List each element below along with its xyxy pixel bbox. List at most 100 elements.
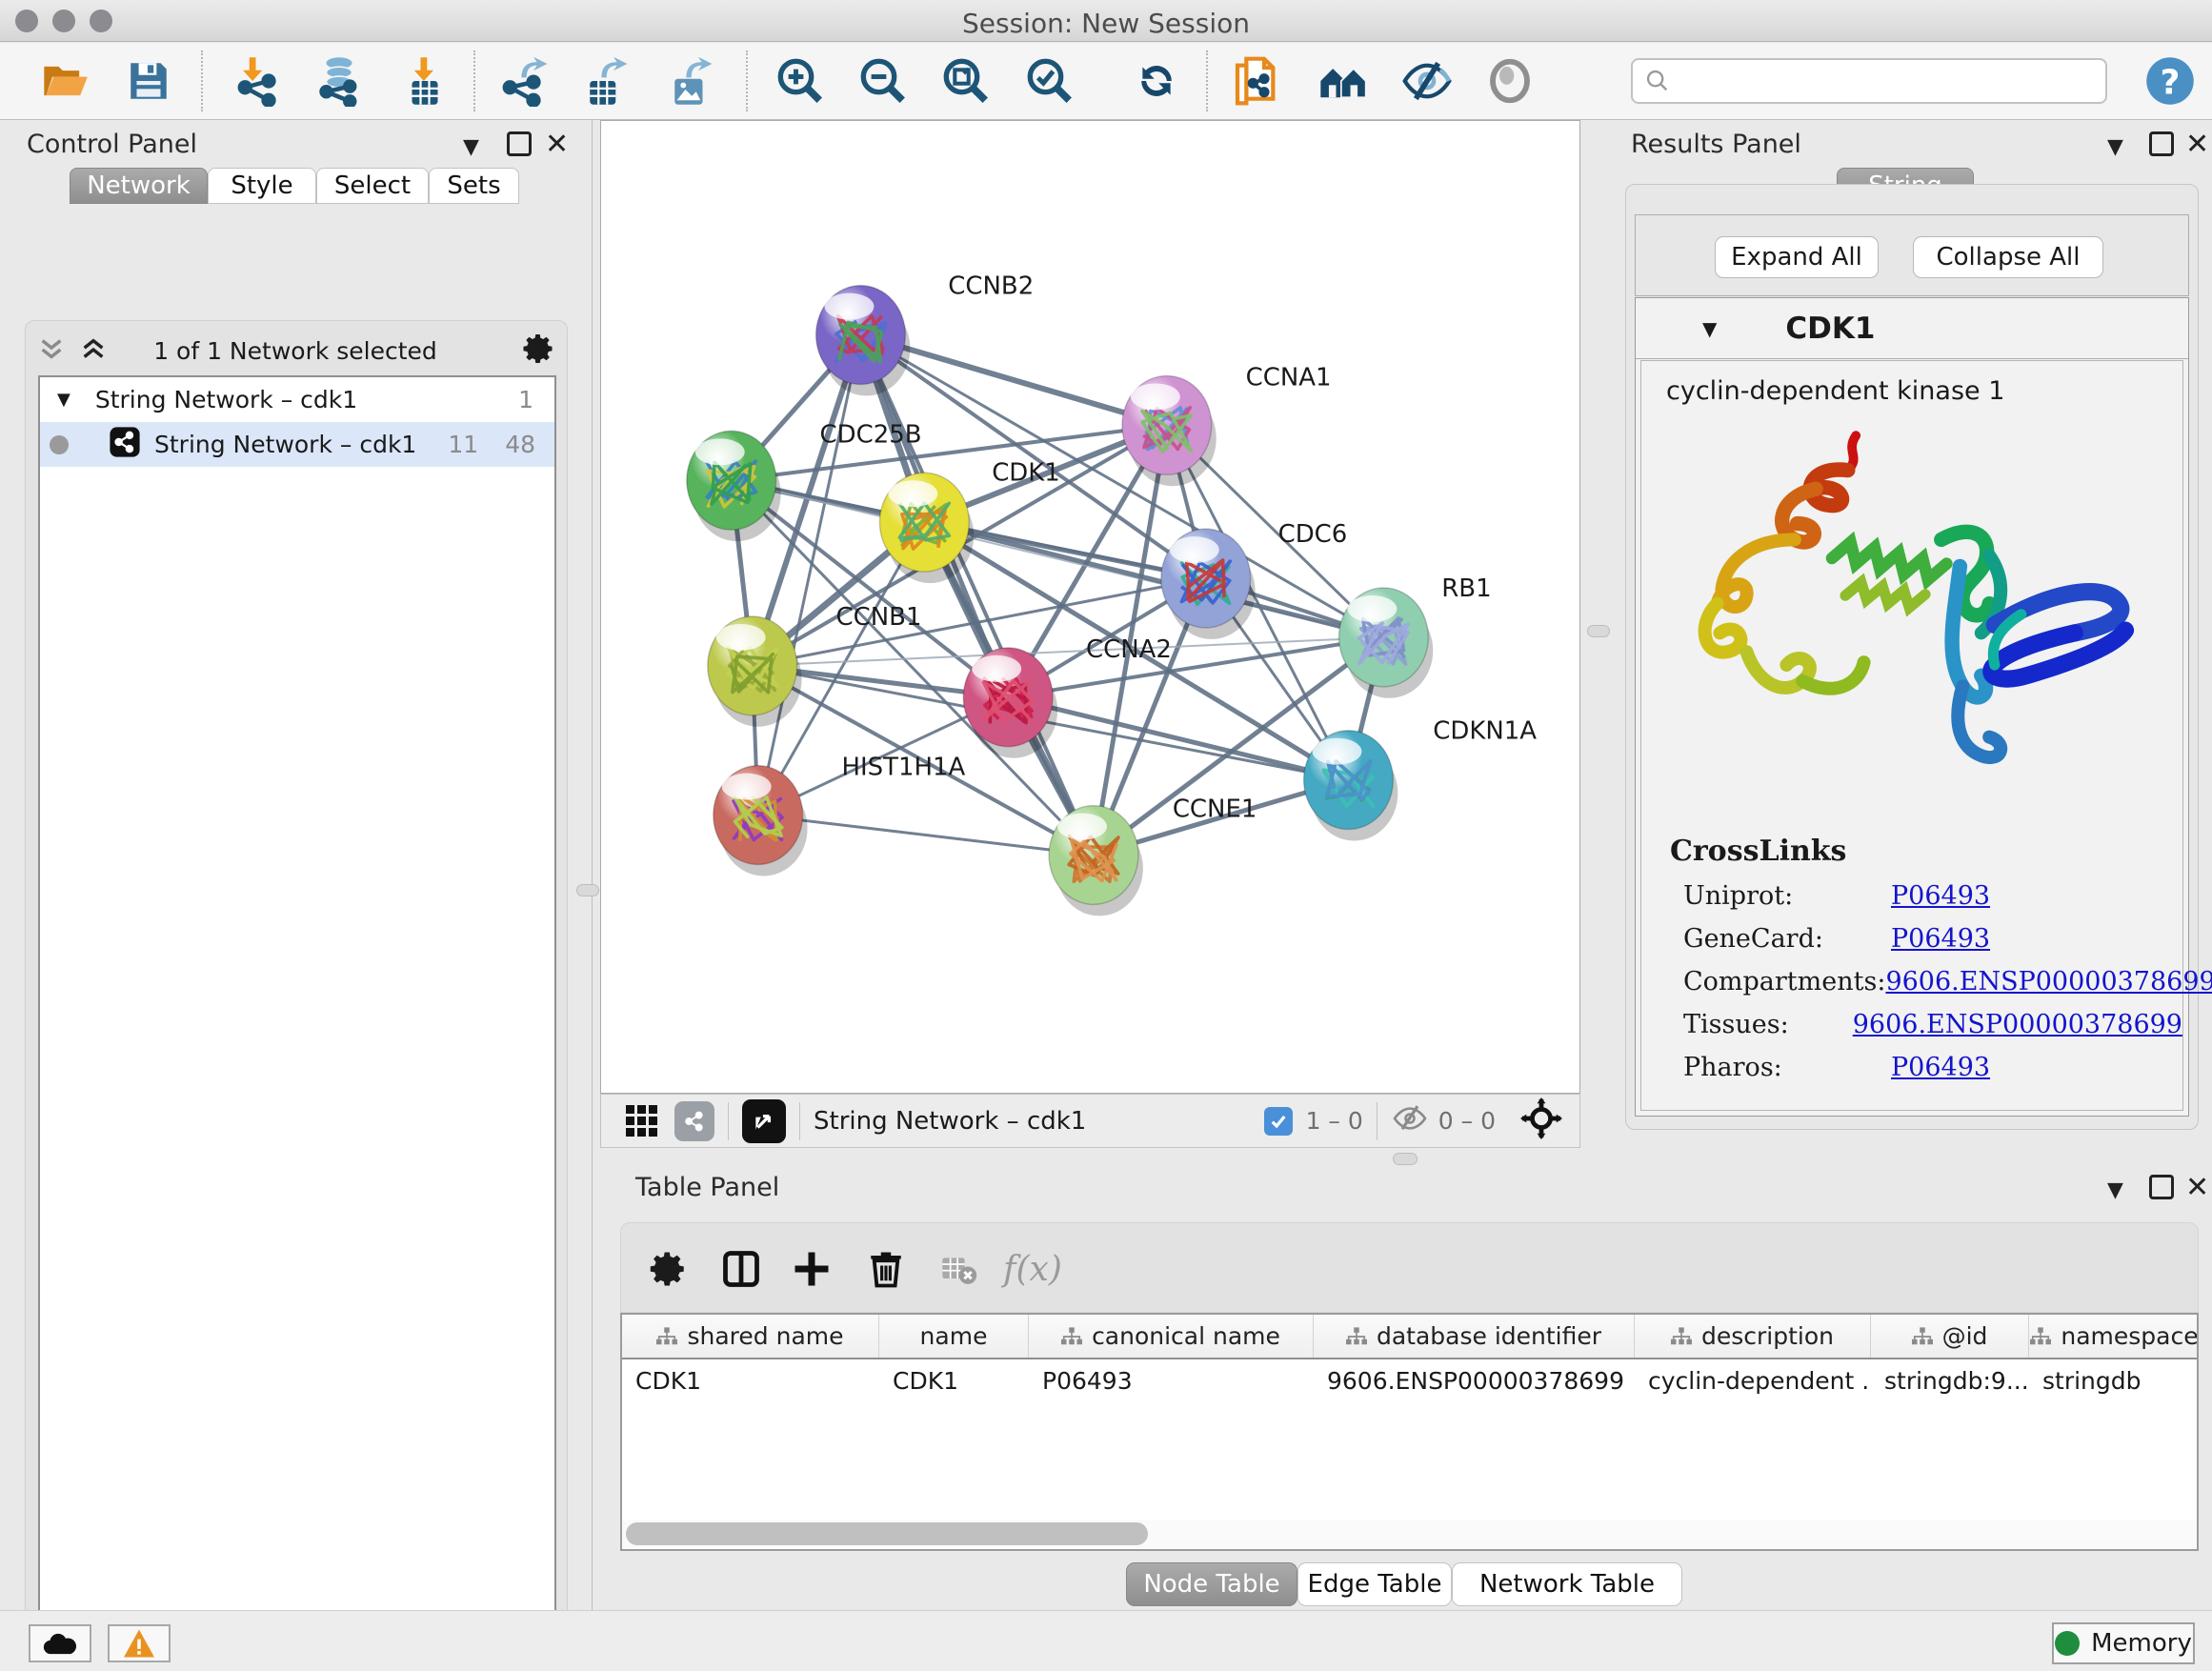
table-panel-maximize-button[interactable]	[2149, 1175, 2174, 1199]
network-collection-row[interactable]: ▼ String Network – cdk1 1	[40, 377, 554, 422]
table-cell[interactable]: stringdb	[2029, 1359, 2199, 1404]
birds-eye-view-icon[interactable]	[742, 1099, 786, 1143]
show-all-button[interactable]	[1483, 54, 1537, 108]
zoom-fit-button[interactable]	[939, 54, 993, 108]
crosslink-value[interactable]: P06493	[1891, 924, 1990, 954]
gene-entry-header[interactable]: ▼ CDK1	[1636, 298, 2188, 359]
tab-network-table[interactable]: Network Table	[1452, 1562, 1682, 1606]
right-splitter-handle[interactable]	[1587, 625, 1610, 637]
zoom-out-button[interactable]	[856, 54, 910, 108]
help-button[interactable]: ?	[2143, 54, 2197, 108]
table-row[interactable]: CDK1CDK1P064939606.ENSP00000378699cyclin…	[622, 1359, 2197, 1404]
network-canvas[interactable]: CCNB2CCNA1CDC25BCDK1CDC6RB1CCNB1CCNA2CDK…	[600, 120, 1580, 1094]
node-CCNB2[interactable]	[816, 286, 911, 396]
network-options-gear-icon[interactable]	[522, 332, 556, 372]
bottom-splitter-handle[interactable]	[1393, 1153, 1418, 1165]
import-string-network-button[interactable]	[1231, 54, 1284, 108]
control-panel-close-button[interactable]: ✕	[545, 128, 569, 161]
node-CCNE1[interactable]	[1049, 806, 1143, 916]
refresh-button[interactable]	[1130, 54, 1183, 108]
warning-status-button[interactable]	[108, 1624, 171, 1662]
export-network-button[interactable]	[498, 54, 552, 108]
scrollbar-thumb[interactable]	[626, 1522, 1148, 1545]
save-session-button[interactable]	[122, 54, 175, 108]
expand-all-button[interactable]: Expand All	[1715, 236, 1879, 278]
crosslink-value[interactable]: 9606.ENSP00000378699	[1853, 1010, 2182, 1039]
create-column-icon[interactable]	[785, 1242, 838, 1296]
column-header-description[interactable]: description	[1635, 1315, 1871, 1358]
column-header-namespace[interactable]: namespace	[2029, 1315, 2199, 1358]
network-label: String Network – cdk1	[154, 431, 416, 458]
column-header-canonical-name[interactable]: canonical name	[1029, 1315, 1314, 1358]
hide-selected-button[interactable]	[1400, 54, 1454, 108]
table-cell[interactable]: cyclin-dependent ...	[1635, 1359, 1871, 1404]
import-network-file-button[interactable]	[233, 54, 287, 108]
column-header-id[interactable]: @id	[1871, 1315, 2029, 1358]
selected-checkbox-icon[interactable]	[1264, 1107, 1293, 1136]
gene-collapse-icon[interactable]: ▼	[1702, 317, 1717, 340]
first-neighbors-button[interactable]	[1317, 54, 1370, 108]
table-panel-float-button[interactable]: ▼	[2107, 1175, 2123, 1202]
node-RB1[interactable]	[1338, 588, 1433, 698]
pan-crosshair-icon[interactable]	[1520, 1097, 1562, 1145]
node-CDKN1A[interactable]	[1304, 731, 1398, 841]
crosslink-value[interactable]: P06493	[1891, 1053, 1990, 1082]
grid-view-icon[interactable]	[626, 1105, 657, 1137]
results-panel-float-button[interactable]: ▼	[2107, 131, 2123, 159]
table-cell[interactable]: CDK1	[622, 1359, 879, 1404]
table-settings-gear-icon[interactable]	[642, 1242, 695, 1296]
table-cell[interactable]: P06493	[1029, 1359, 1314, 1404]
tab-node-table[interactable]: Node Table	[1126, 1562, 1297, 1606]
tab-network[interactable]: Network	[70, 168, 208, 204]
column-header-name[interactable]: name	[879, 1315, 1029, 1358]
node-CDC25B[interactable]	[687, 431, 781, 541]
network-row[interactable]: String Network – cdk1 11 48	[40, 422, 554, 467]
results-panel-maximize-button[interactable]	[2149, 131, 2174, 156]
node-CDC6[interactable]	[1161, 529, 1256, 639]
node-CCNA1[interactable]	[1122, 375, 1217, 486]
collapse-all-button[interactable]: Collapse All	[1913, 236, 2103, 278]
table-cell[interactable]: stringdb:9...	[1871, 1359, 2029, 1404]
show-columns-icon[interactable]	[714, 1242, 768, 1296]
column-header-database-identifier[interactable]: database identifier	[1314, 1315, 1635, 1358]
node-CCNA2[interactable]	[963, 648, 1057, 758]
tab-style[interactable]: Style	[208, 168, 316, 204]
table-cell[interactable]: 9606.ENSP00000378699	[1314, 1359, 1635, 1404]
tab-sets[interactable]: Sets	[429, 168, 519, 204]
hidden-eye-slash-icon[interactable]	[1391, 1103, 1429, 1139]
footer-separator	[799, 1102, 800, 1140]
export-image-button[interactable]	[663, 54, 716, 108]
import-network-database-button[interactable]	[312, 54, 366, 108]
node-CDK1[interactable]	[879, 473, 974, 583]
memory-button[interactable]: Memory	[2052, 1622, 2195, 1664]
export-table-button[interactable]	[578, 54, 632, 108]
results-panel-close-button[interactable]: ✕	[2185, 128, 2209, 161]
tab-edge-table[interactable]: Edge Table	[1297, 1562, 1452, 1606]
column-header-shared-name[interactable]: shared name	[622, 1315, 879, 1358]
delete-table-icon[interactable]	[932, 1242, 985, 1296]
network-view-share-icon[interactable]	[674, 1101, 714, 1141]
left-splitter-handle[interactable]	[576, 884, 599, 896]
edge-HIST1H1A-CCNE1[interactable]	[758, 815, 1094, 856]
table-panel-close-button[interactable]: ✕	[2185, 1171, 2209, 1204]
table-horizontal-scrollbar[interactable]	[622, 1520, 2197, 1548]
crosslink-value[interactable]: 9606.ENSP00000378699	[1885, 967, 2212, 997]
cloud-status-button[interactable]	[29, 1624, 91, 1662]
crosslink-value[interactable]: P06493	[1891, 881, 1990, 911]
collection-expand-icon[interactable]: ▼	[57, 390, 70, 410]
search-input[interactable]	[1671, 68, 2105, 94]
node-HIST1H1A[interactable]	[714, 766, 808, 876]
expand-all-networks-icon[interactable]	[36, 335, 67, 370]
delete-column-trash-icon[interactable]	[859, 1242, 913, 1296]
control-panel-maximize-button[interactable]	[507, 131, 532, 156]
function-builder-icon[interactable]: f(x)	[1006, 1242, 1059, 1296]
zoom-in-button[interactable]	[774, 54, 827, 108]
import-table-button[interactable]	[398, 54, 452, 108]
table-cell[interactable]: CDK1	[879, 1359, 1029, 1404]
zoom-selected-button[interactable]	[1023, 54, 1076, 108]
collapse-all-networks-icon[interactable]	[78, 335, 109, 370]
tab-select[interactable]: Select	[316, 168, 429, 204]
edge-CCNB2-HIST1H1A[interactable]	[758, 335, 861, 815]
control-panel-float-button[interactable]: ▼	[463, 131, 479, 159]
open-session-button[interactable]	[38, 54, 91, 108]
